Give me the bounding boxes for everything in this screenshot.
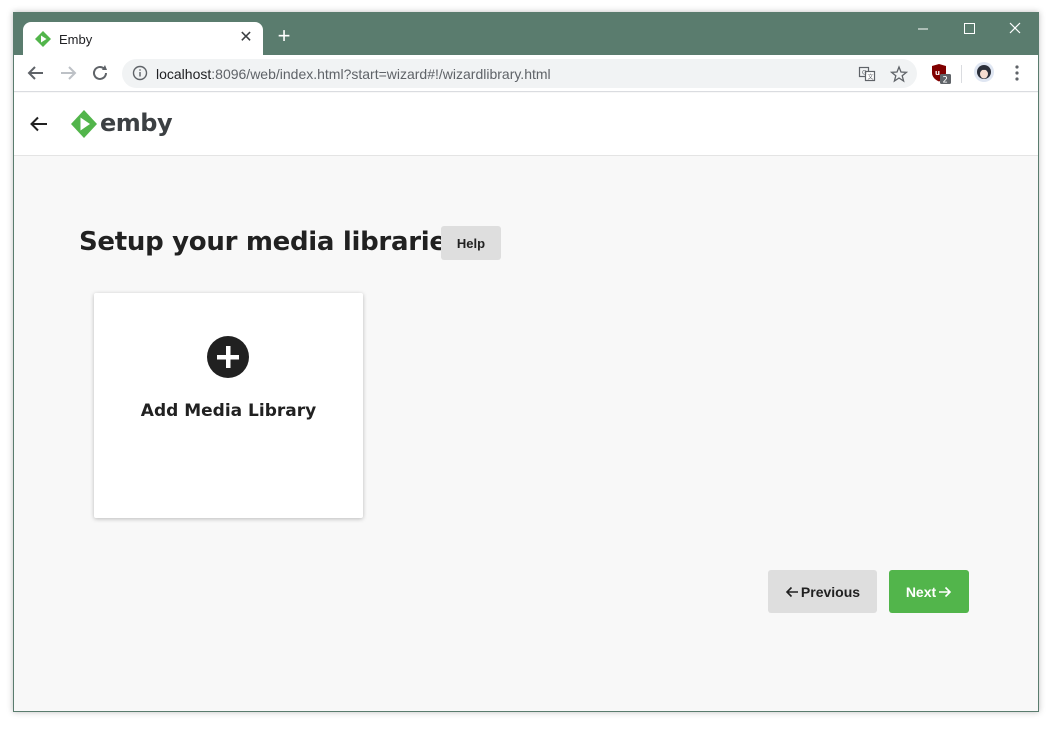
emby-logo-icon <box>71 110 97 138</box>
extension-badge: 2 <box>943 76 948 86</box>
emby-favicon-icon <box>35 31 51 47</box>
browser-window: Emby ✕ + localhost:8096/web/index.html?s… <box>13 12 1039 712</box>
close-icon <box>1009 22 1021 34</box>
add-media-library-label: Add Media Library <box>140 401 317 421</box>
svg-text:u: u <box>935 69 940 77</box>
arrow-right-icon <box>939 586 952 597</box>
next-label: Next <box>905 583 937 600</box>
translate-icon[interactable]: G 文 <box>858 65 876 83</box>
profile-avatar[interactable] <box>973 61 995 83</box>
page-title: Setup your media libraries <box>79 227 462 257</box>
menu-kebab-icon[interactable] <box>1005 61 1029 85</box>
tab-title: Emby <box>59 32 93 47</box>
add-media-library-card[interactable]: Add Media Library <box>94 293 363 518</box>
help-button[interactable]: Help <box>441 226 501 260</box>
previous-label: Previous <box>800 583 861 600</box>
title-bar: Emby ✕ + <box>14 13 1038 56</box>
back-icon[interactable] <box>24 61 48 85</box>
svg-text:文: 文 <box>868 73 874 81</box>
forward-icon[interactable] <box>56 61 80 85</box>
svg-text:G: G <box>862 70 867 77</box>
minimize-button[interactable] <box>903 17 943 41</box>
minimize-icon <box>918 28 928 30</box>
next-button[interactable]: Next <box>889 570 969 613</box>
url-text: localhost:8096/web/index.html?start=wiza… <box>156 66 551 82</box>
browser-tab[interactable]: Emby ✕ <box>23 22 263 56</box>
maximize-icon <box>964 23 975 34</box>
browser-toolbar: localhost:8096/web/index.html?start=wiza… <box>14 55 1038 92</box>
close-window-button[interactable] <box>995 17 1035 41</box>
bookmark-star-icon[interactable] <box>890 65 908 83</box>
previous-button[interactable]: Previous <box>768 570 877 613</box>
reload-icon[interactable] <box>88 61 112 85</box>
ublock-extension-icon[interactable]: u 2 <box>930 63 952 85</box>
app-header: emby <box>14 93 1038 156</box>
toolbar-divider <box>961 65 962 83</box>
url-host: localhost <box>156 66 212 82</box>
emby-logo[interactable]: emby <box>70 109 173 139</box>
plus-circle-icon <box>207 336 249 378</box>
arrow-left-icon <box>785 586 798 597</box>
new-tab-button[interactable]: + <box>273 25 295 48</box>
info-icon[interactable] <box>132 65 148 81</box>
maximize-button[interactable] <box>949 17 989 41</box>
url-path: :8096/web/index.html?start=wizard#!/wiza… <box>211 66 551 82</box>
tab-close-icon[interactable]: ✕ <box>237 29 255 47</box>
address-bar[interactable]: localhost:8096/web/index.html?start=wiza… <box>122 59 917 88</box>
logo-text: emby <box>100 109 173 137</box>
arrow-left-icon[interactable] <box>28 113 50 135</box>
